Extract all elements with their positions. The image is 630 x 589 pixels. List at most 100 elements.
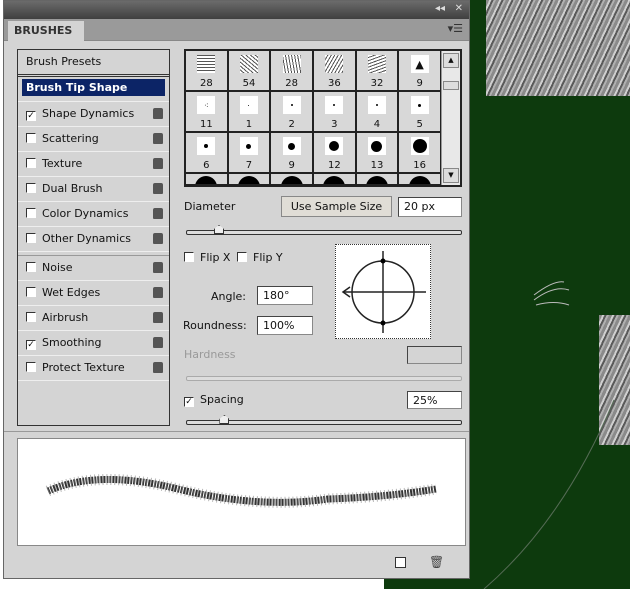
angle-input[interactable]: 180° [257,286,313,305]
brush-tip-preset[interactable]: 1 [228,92,272,133]
checkbox[interactable] [26,233,36,243]
brush-tip-preset[interactable]: 32 [356,51,400,92]
trash-icon[interactable]: 🗑 [429,555,444,569]
spacing-slider-knob[interactable] [219,415,230,424]
brush-tip-preset[interactable]: 6 [186,133,229,174]
brush-tip-preset[interactable] [271,174,314,186]
brush-tip-preset[interactable] [186,174,229,186]
brush-size-label: 54 [242,78,256,89]
flip-x-label: Flip X [200,251,231,264]
new-preset-icon[interactable] [395,557,406,568]
brush-tip-preset[interactable]: 9 [271,133,314,174]
roundness-input[interactable]: 100% [257,316,313,335]
brush-tip-preset[interactable]: ⁖ 11 [186,92,229,133]
lock-icon[interactable] [153,133,163,144]
checkbox[interactable] [184,252,194,262]
brush-thumbnail-icon [239,55,258,73]
scroll-thumb[interactable] [443,81,459,90]
sidebar-item-label: Smoothing [42,336,102,349]
checkbox[interactable] [26,208,36,218]
spacing-slider[interactable] [186,415,462,425]
checkbox[interactable]: ✓ [26,340,36,350]
sidebar-item-brush-presets[interactable]: Brush Presets [18,50,169,77]
angle-roundness-preview[interactable] [335,244,431,339]
brush-tip-preset[interactable] [356,174,400,186]
checkbox[interactable] [26,287,36,297]
brush-tip-preset[interactable]: 4 [356,92,400,133]
brush-tip-preset[interactable]: 5 [399,92,442,133]
sidebar-item-scattering[interactable]: Scattering [18,127,169,152]
sidebar-item-shape-dynamics[interactable]: ✓ Shape Dynamics [18,102,169,127]
spacing-input[interactable]: 25% [407,391,462,409]
sidebar-item-smoothing[interactable]: ✓ Smoothing [18,331,169,356]
sidebar-item-dual-brush[interactable]: Dual Brush [18,177,169,202]
lock-icon[interactable] [153,158,163,169]
sidebar-item-texture[interactable]: Texture [18,152,169,177]
checkbox[interactable] [26,262,36,272]
diameter-input[interactable]: 20 px [398,197,462,217]
checkbox[interactable] [26,133,36,143]
lock-icon[interactable] [153,337,163,348]
flip-y-checkbox[interactable]: Flip Y [237,251,283,264]
diameter-label: Diameter [184,200,236,213]
lock-icon[interactable] [153,108,163,119]
brush-thumbnail-icon [367,55,386,73]
grid-scrollbar[interactable]: ▲ ▼ [441,51,460,185]
lock-icon[interactable] [153,262,163,273]
lock-icon[interactable] [153,362,163,373]
brush-tip-preset[interactable]: 16 [399,133,442,174]
brush-tip-preset[interactable] [314,174,357,186]
scroll-up-button[interactable]: ▲ [443,53,459,68]
sidebar-item-other-dynamics[interactable]: Other Dynamics [18,227,169,252]
dots-brush-icon: ⁖ [197,96,216,114]
diameter-slider-knob[interactable] [214,225,224,234]
close-icon[interactable]: ✕ [455,3,463,14]
checkbox[interactable]: ✓ [184,397,194,407]
panel-titlebar[interactable]: ◂◂ ✕ [4,1,469,19]
lock-icon[interactable] [153,312,163,323]
brush-tip-preset[interactable]: 28 [271,51,314,92]
checkbox[interactable] [26,312,36,322]
use-sample-size-button[interactable]: Use Sample Size [281,196,392,217]
brush-size-label: 12 [327,160,341,171]
round-brush-icon [282,96,301,114]
brush-tip-preset[interactable]: 3 [314,92,357,133]
checkbox[interactable]: ✓ [26,111,36,121]
spacing-checkbox[interactable]: ✓ Spacing [184,393,244,407]
sidebar-item-brush-tip-shape[interactable]: Brush Tip Shape [18,77,169,102]
lock-icon[interactable] [153,208,163,219]
brush-tip-preset[interactable]: 7 [228,133,272,174]
sidebar-item-noise[interactable]: Noise [18,256,169,281]
brush-tip-preset[interactable]: 36 [314,51,357,92]
brush-tip-preset[interactable]: 13 [356,133,400,174]
hardness-input [407,346,462,364]
round-brush-icon [367,137,386,155]
tab-brushes[interactable]: BRUSHES [8,21,84,42]
brush-tip-preset[interactable]: 54 [228,51,272,92]
brush-tip-preset[interactable]: 2 [271,92,314,133]
sidebar-item-wet-edges[interactable]: Wet Edges [18,281,169,306]
brush-tip-preset[interactable]: ▲ 9 [399,51,442,92]
checkbox[interactable] [26,362,36,372]
panel-menu-icon[interactable]: ▾☰ [448,22,463,35]
brush-size-label: 28 [285,78,299,89]
brush-size-label: 3 [331,119,338,130]
diameter-slider[interactable] [186,225,462,235]
checkbox[interactable] [26,183,36,193]
brush-tip-preset[interactable] [399,174,442,186]
scroll-down-button[interactable]: ▼ [443,168,459,183]
brush-tip-preset[interactable]: 28 [186,51,229,92]
lock-icon[interactable] [153,183,163,194]
sidebar-item-protect-texture[interactable]: Protect Texture [18,356,169,381]
lock-icon[interactable] [153,233,163,244]
sidebar-item-airbrush[interactable]: Airbrush [18,306,169,331]
brush-tip-preset[interactable]: 12 [314,133,357,174]
collapse-icon[interactable]: ◂◂ [435,3,445,14]
lock-icon[interactable] [153,287,163,298]
checkbox[interactable] [237,252,247,262]
sidebar-item-color-dynamics[interactable]: Color Dynamics [18,202,169,227]
checkbox[interactable] [26,158,36,168]
flip-x-checkbox[interactable]: Flip X [184,251,230,264]
sidebar-item-label: Brush Presets [26,55,102,68]
brush-tip-preset[interactable] [228,174,272,186]
